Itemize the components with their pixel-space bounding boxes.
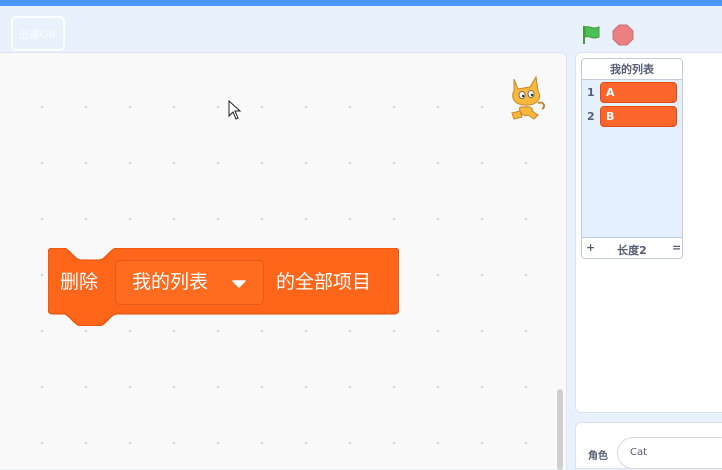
green-flag-icon[interactable] — [580, 24, 602, 46]
header: 迅速GIF — [0, 6, 722, 52]
list-monitor-footer: 长度2 + = — [582, 237, 682, 258]
list-dropdown[interactable]: 我的列表 — [115, 260, 264, 305]
list-length-label: 长度2 — [617, 244, 647, 257]
list-item[interactable]: 2 B — [582, 106, 682, 128]
list-item-value[interactable]: B — [600, 106, 677, 127]
list-item[interactable]: 1 A — [582, 82, 682, 104]
list-item-index: 1 — [587, 86, 595, 99]
watermark-logo: 迅速GIF — [11, 16, 65, 51]
mouse-cursor-icon — [228, 100, 242, 120]
sprite-info-panel: 角色 Cat — [575, 422, 722, 469]
stop-icon[interactable] — [612, 24, 634, 46]
list-monitor[interactable]: 我的列表 1 A 2 B 长度2 + = — [581, 58, 683, 259]
block-label-suffix: 的全部项目 — [276, 271, 372, 293]
add-item-button[interactable]: + — [586, 241, 595, 254]
sprite-name-label: 角色 — [588, 451, 608, 462]
list-item-index: 2 — [587, 110, 595, 123]
resize-handle[interactable]: = — [672, 241, 681, 254]
caret-down-icon — [232, 280, 246, 288]
workspace-scrollbar[interactable] — [557, 389, 563, 470]
list-item-value[interactable]: A — [600, 82, 677, 103]
cat-sprite-icon — [511, 75, 546, 120]
sprite-name-input[interactable]: Cat — [617, 437, 722, 469]
list-monitor-title: 我的列表 — [582, 59, 682, 80]
list-dropdown-value: 我的列表 — [132, 271, 209, 293]
block-label-prefix: 删除 — [60, 271, 99, 293]
